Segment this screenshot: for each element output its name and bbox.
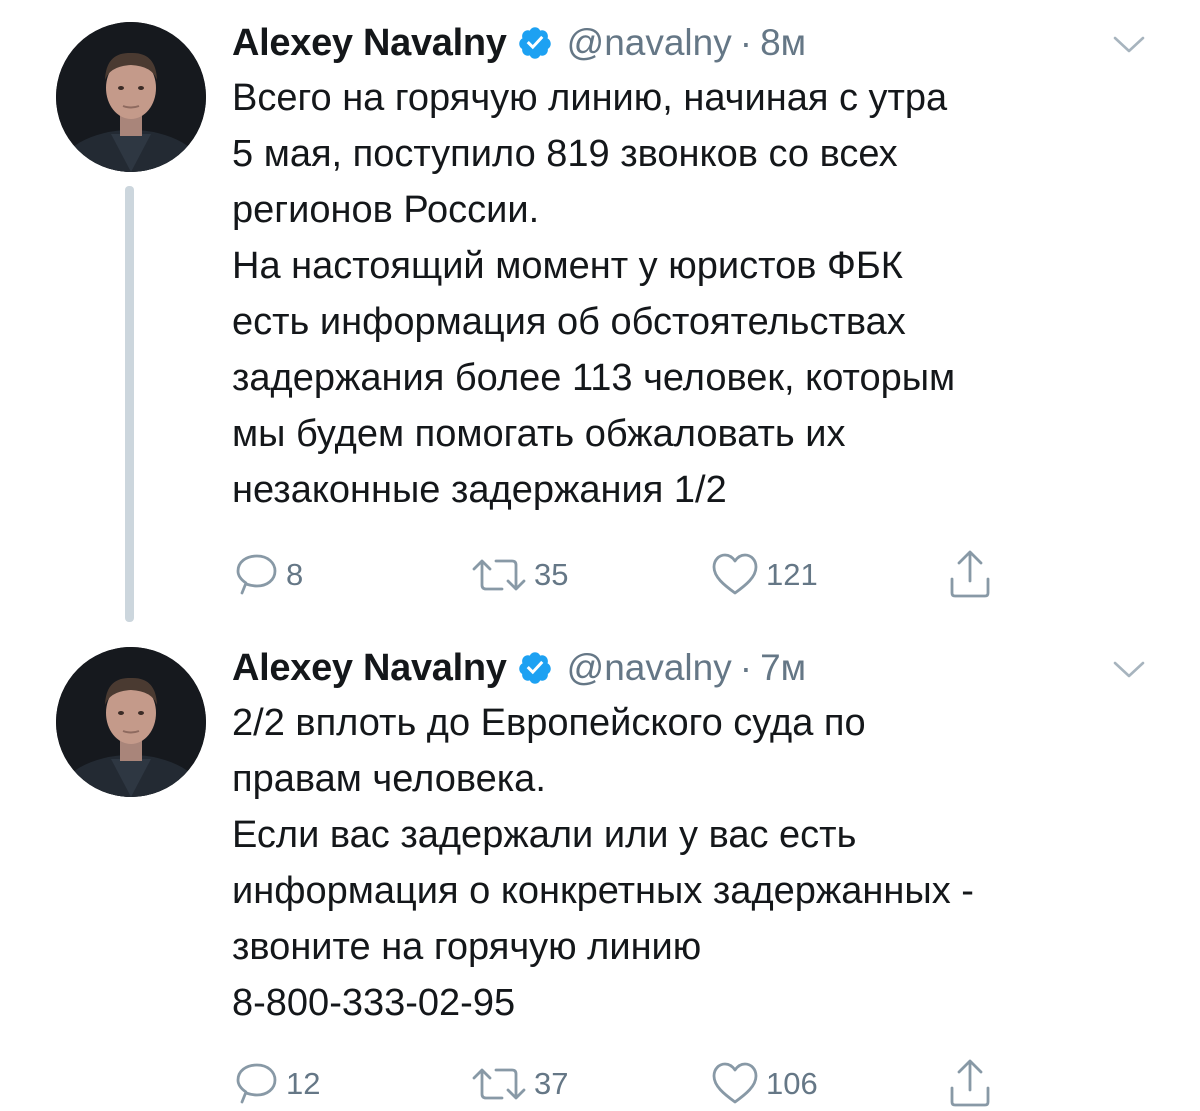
tweet-text: Всего на горячую линию, начиная с утра 5… — [232, 70, 1152, 518]
retweet-icon — [472, 1068, 526, 1100]
reply-icon — [236, 554, 277, 595]
like-count: 121 — [766, 557, 818, 592]
tweet-text-line: 5 мая, поступило 819 звонков со всех — [232, 133, 898, 175]
reply-count: 8 — [286, 557, 304, 592]
tweet-text-line: незаконные задержания 1/2 — [232, 469, 727, 511]
tweet-text-line: мы будем помогать обжаловать их — [232, 413, 846, 455]
verified-badge-icon — [517, 650, 553, 686]
tweet-header: Alexey Navalny @navalny · 7м — [232, 645, 806, 691]
tweet-text-line: Если вас задержали или у вас есть — [232, 814, 857, 856]
reply-button[interactable]: 12 — [232, 1059, 320, 1109]
retweet-button[interactable]: 37 — [470, 1059, 568, 1109]
like-icon — [712, 553, 758, 595]
retweet-button[interactable]: 35 — [470, 550, 568, 600]
retweet-count: 35 — [534, 557, 569, 592]
author-name[interactable]: Alexey Navalny — [232, 647, 507, 690]
tweet-actions: 8 35 121 — [232, 550, 1032, 600]
author-handle[interactable]: @navalny — [567, 647, 732, 689]
avatar[interactable] — [56, 647, 206, 797]
like-icon — [712, 1062, 758, 1104]
tweet-text-line: регионов России. — [232, 189, 540, 231]
like-button[interactable]: 106 — [710, 1059, 818, 1109]
tweet-header: Alexey Navalny @navalny · 8м — [232, 20, 806, 66]
tweet-text-line: 2/2 вплоть до Европейского суда по — [232, 702, 866, 744]
tweet-text-line: звоните на горячую линию — [232, 926, 702, 968]
share-button[interactable] — [946, 1059, 994, 1109]
share-button[interactable] — [946, 550, 994, 600]
tweet-text-line: задержания более 113 человек, которым — [232, 357, 956, 399]
retweet-icon — [472, 559, 526, 591]
avatar[interactable] — [56, 22, 206, 172]
reply-button[interactable]: 8 — [232, 550, 303, 600]
separator: · — [739, 647, 753, 688]
tweet-text-line: 8-800-333-02-95 — [232, 982, 516, 1024]
tweet-actions: 12 37 106 — [232, 1059, 1032, 1109]
share-icon — [950, 550, 990, 598]
tweet-text-line: информация о конкретных задержанных - — [232, 870, 974, 912]
tweet-text-line: Всего на горячую линию, начиная с утра — [232, 77, 948, 119]
tweet[interactable]: Alexey Navalny @navalny · 8м Всего на го… — [0, 0, 1200, 625]
share-icon — [950, 1059, 990, 1107]
author-handle[interactable]: @navalny — [567, 22, 732, 64]
separator: · — [739, 22, 753, 63]
chevron-down-icon[interactable] — [1112, 659, 1146, 681]
chevron-down-icon[interactable] — [1112, 34, 1146, 56]
tweet-text-line: есть информация об обстоятельствах — [232, 301, 906, 343]
timestamp[interactable]: 8м — [760, 22, 806, 64]
like-count: 106 — [766, 1066, 818, 1101]
reply-count: 12 — [286, 1066, 321, 1101]
tweet-text-line: На настоящий момент у юристов ФБК — [232, 245, 903, 287]
reply-icon — [236, 1063, 277, 1104]
thread-line — [125, 186, 134, 622]
retweet-count: 37 — [534, 1066, 569, 1101]
tweet-text: 2/2 вплоть до Европейского суда по права… — [232, 695, 1152, 1031]
tweet[interactable]: Alexey Navalny @navalny · 7м 2/2 вплоть … — [0, 625, 1200, 1111]
like-button[interactable]: 121 — [710, 550, 818, 600]
tweet-text-line: правам человека. — [232, 758, 546, 800]
timestamp[interactable]: 7м — [760, 647, 806, 689]
verified-badge-icon — [517, 25, 553, 61]
author-name[interactable]: Alexey Navalny — [232, 22, 507, 65]
